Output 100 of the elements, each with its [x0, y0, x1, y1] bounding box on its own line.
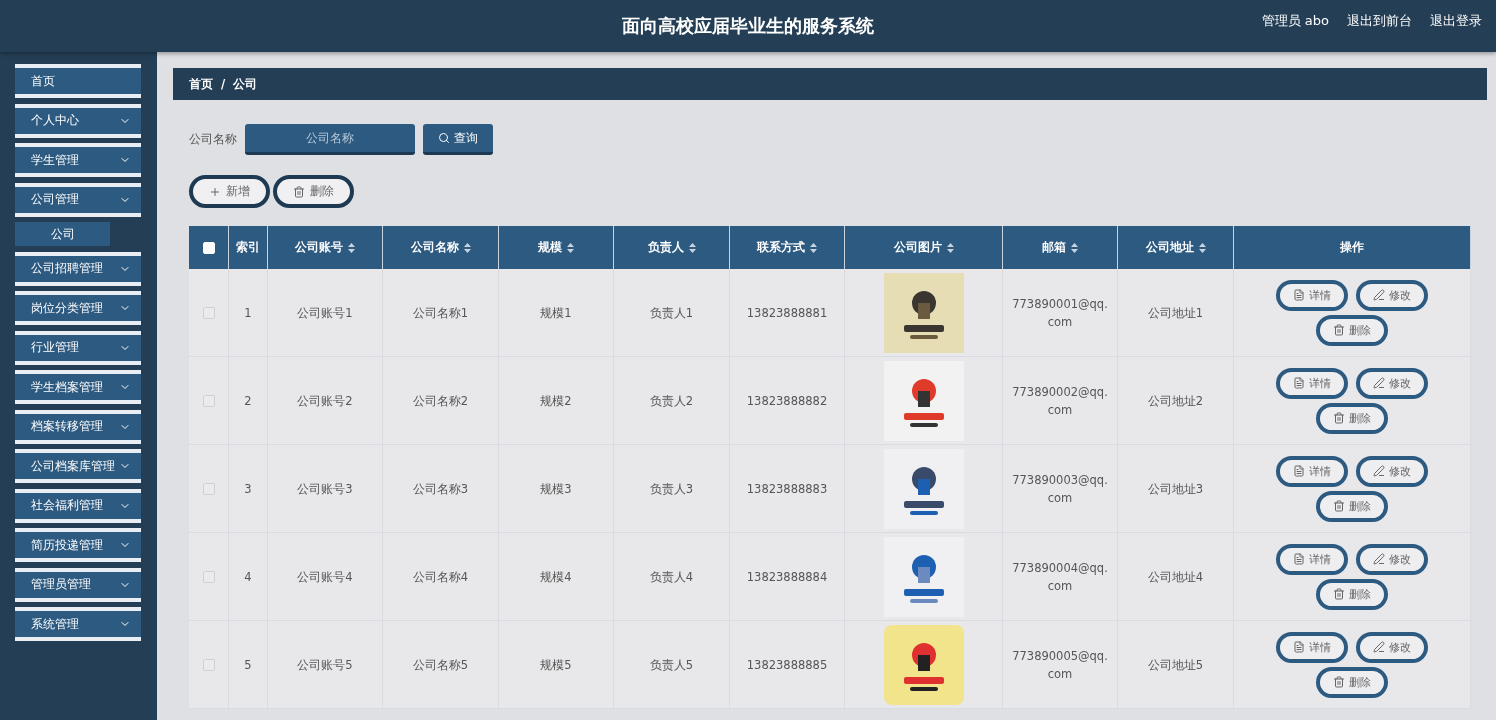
- table-cell-text: 5: [243, 656, 253, 674]
- sort-icon[interactable]: [1071, 242, 1078, 253]
- checkbox[interactable]: [202, 306, 215, 319]
- pen-icon: [1373, 553, 1385, 565]
- table-cell-text: 公司账号1: [296, 304, 354, 322]
- checkbox[interactable]: [202, 394, 215, 407]
- trash-icon: [1333, 500, 1345, 512]
- table-cell-text: 公司账号3: [296, 480, 354, 498]
- delete-button[interactable]: 删除: [1316, 666, 1388, 698]
- delete-button[interactable]: 删除: [1316, 490, 1388, 522]
- sidebar-item[interactable]: 公司档案库管理: [15, 449, 141, 483]
- table-cell-text: 公司账号5: [296, 656, 354, 674]
- column-header[interactable]: 联系方式: [730, 226, 845, 269]
- sidebar-item[interactable]: 个人中心: [15, 103, 141, 138]
- sort-icon[interactable]: [463, 242, 471, 253]
- breadcrumb-item[interactable]: 首页: [189, 76, 213, 92]
- trash-icon: [1333, 324, 1345, 336]
- trash-icon: [1333, 588, 1345, 600]
- add-button[interactable]: 新增: [189, 175, 270, 208]
- delete-button[interactable]: 删除: [1316, 402, 1388, 434]
- pen-icon: [1373, 641, 1385, 653]
- table-cell-text: 公司账号2: [296, 392, 354, 410]
- sidebar-item[interactable]: 学生档案管理: [15, 370, 141, 404]
- search-button[interactable]: 查询: [423, 124, 493, 155]
- table-cell-text: 规模2: [539, 392, 573, 410]
- checkbox[interactable]: [202, 482, 215, 495]
- app-title: 面向高校应届毕业生的服务系统: [622, 14, 874, 38]
- table-cell-text: 773890003@qq.com: [1011, 471, 1109, 507]
- table-cell-text: 773890004@qq.com: [1011, 559, 1109, 595]
- detail-button[interactable]: 详情: [1276, 543, 1348, 575]
- sidebar-item[interactable]: 首页: [15, 64, 141, 98]
- sort-icon[interactable]: [567, 242, 574, 253]
- detail-button[interactable]: 详情: [1276, 367, 1348, 399]
- table-cell-text: 13823888885: [745, 656, 829, 674]
- table-cell-text: 公司名称4: [411, 568, 470, 586]
- column-header[interactable]: 公司名称: [383, 226, 499, 269]
- column-header[interactable]: 公司账号: [268, 226, 383, 269]
- breadcrumb-item[interactable]: 公司: [233, 76, 258, 92]
- edit-button[interactable]: 修改: [1356, 367, 1428, 399]
- column-header[interactable]: 邮箱: [1003, 226, 1118, 269]
- table-cell-text: 773890005@qq.com: [1011, 647, 1109, 683]
- checkbox[interactable]: [202, 570, 215, 583]
- table-cell-text: 3: [243, 480, 253, 498]
- header-link[interactable]: 管理员 abo: [1261, 12, 1329, 30]
- sidebar-item[interactable]: 行业管理: [15, 330, 141, 365]
- edit-button[interactable]: 修改: [1356, 631, 1428, 663]
- sidebar-item[interactable]: 管理员管理: [15, 567, 141, 602]
- detail-button[interactable]: 详情: [1276, 455, 1348, 487]
- pen-icon: [1373, 377, 1385, 389]
- edit-button[interactable]: 修改: [1356, 543, 1428, 575]
- column-header[interactable]: 负责人: [614, 226, 730, 269]
- table-cell-text: 公司地址5: [1146, 656, 1205, 674]
- delete-button[interactable]: 删除: [273, 175, 354, 208]
- pen-icon: [1373, 289, 1385, 301]
- table-cell-text: 4: [243, 568, 253, 586]
- trash-icon: [1333, 676, 1345, 688]
- sidebar-subitem[interactable]: 公司: [15, 222, 110, 246]
- sidebar-item[interactable]: 档案转移管理: [15, 409, 141, 444]
- table-cell-text: 负责人1: [648, 304, 695, 322]
- table-cell-text: 公司账号4: [296, 568, 354, 586]
- table-cell-text: 规模5: [539, 656, 573, 674]
- table-cell-text: 规模1: [539, 304, 573, 322]
- sidebar-item[interactable]: 简历投递管理: [15, 528, 141, 562]
- sidebar-item[interactable]: 公司招聘管理: [15, 251, 141, 286]
- sort-icon[interactable]: [810, 242, 817, 253]
- table-cell-text: 公司名称2: [411, 392, 470, 410]
- column-header[interactable]: 规模: [499, 226, 614, 269]
- sidebar-item[interactable]: 公司管理: [15, 182, 141, 217]
- sidebar-item[interactable]: 社会福利管理: [15, 488, 141, 523]
- sort-icon[interactable]: [348, 242, 355, 253]
- document-icon: [1293, 377, 1305, 389]
- table-cell-text: 公司地址1: [1146, 304, 1205, 322]
- sidebar-item[interactable]: 岗位分类管理: [15, 291, 141, 325]
- column-header[interactable]: 公司图片: [845, 226, 1003, 269]
- edit-button[interactable]: 修改: [1356, 455, 1428, 487]
- detail-button[interactable]: 详情: [1276, 279, 1348, 311]
- table-cell-text: 公司地址3: [1146, 480, 1205, 498]
- detail-button[interactable]: 详情: [1276, 631, 1348, 663]
- column-header[interactable]: 操作: [1234, 226, 1471, 269]
- sort-icon[interactable]: [946, 242, 954, 253]
- sidebar-item[interactable]: 系统管理: [15, 607, 141, 641]
- search-field[interactable]: 公司名称: [245, 124, 415, 155]
- header-link[interactable]: 退出登录: [1430, 12, 1482, 30]
- delete-button[interactable]: 删除: [1316, 578, 1388, 610]
- delete-button[interactable]: 删除: [1316, 314, 1388, 346]
- table-cell-text: 13823888882: [745, 392, 829, 410]
- sort-icon[interactable]: [688, 242, 696, 253]
- sidebar-item[interactable]: 学生管理: [15, 143, 141, 177]
- sort-icon[interactable]: [1198, 242, 1206, 253]
- table-cell-text: 公司地址2: [1146, 392, 1205, 410]
- edit-button[interactable]: 修改: [1356, 279, 1428, 311]
- header-link[interactable]: 退出到前台: [1347, 12, 1412, 30]
- field-label: 公司名称: [189, 132, 237, 147]
- checkbox[interactable]: [202, 658, 215, 671]
- document-icon: [1293, 289, 1305, 301]
- column-header[interactable]: 索引: [229, 226, 268, 269]
- column-header[interactable]: 公司地址: [1118, 226, 1234, 269]
- document-icon: [1293, 553, 1305, 565]
- table-cell-text: 公司名称1: [411, 304, 470, 322]
- table-cell-text: 负责人2: [648, 392, 695, 410]
